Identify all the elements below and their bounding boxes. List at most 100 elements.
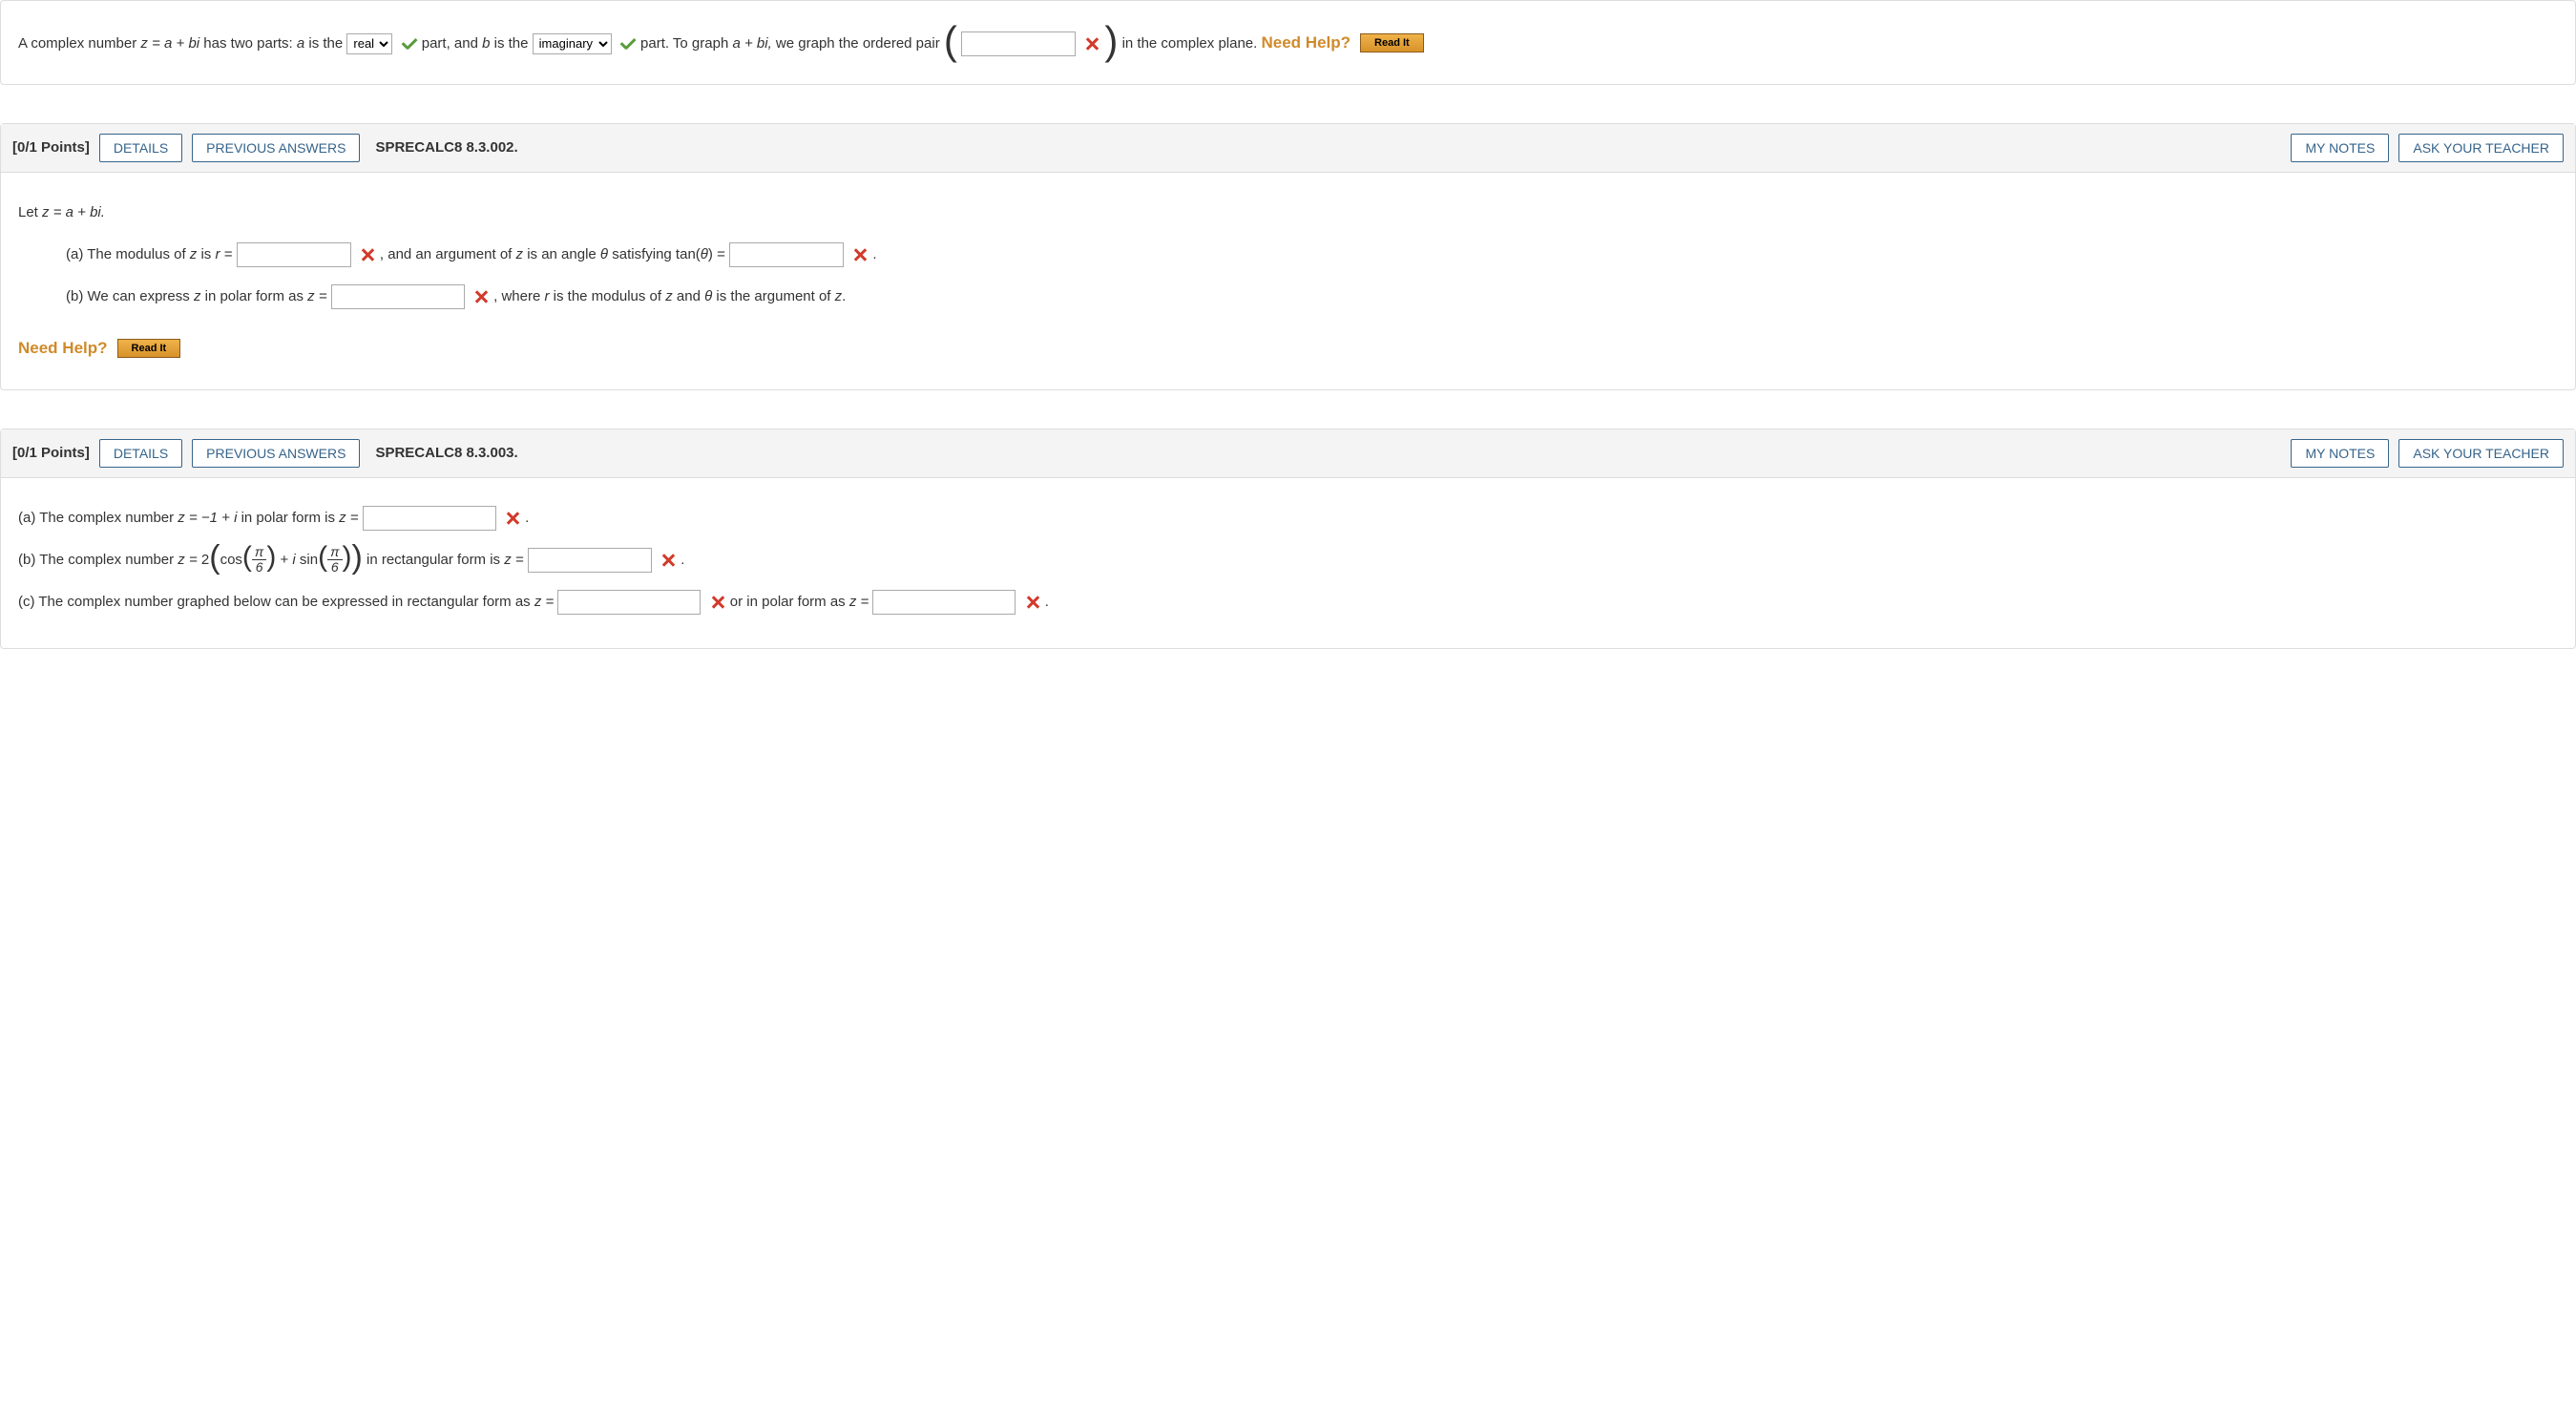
polar-form-input[interactable] bbox=[872, 590, 1016, 615]
q3b-text: (b) The complex number bbox=[18, 552, 178, 568]
q2-theta: θ bbox=[600, 246, 608, 262]
q3-z-eq: z = bbox=[178, 552, 201, 568]
rectangular-form-input[interactable] bbox=[528, 548, 652, 573]
details-button[interactable]: DETAILS bbox=[99, 134, 182, 162]
details-button[interactable]: DETAILS bbox=[99, 439, 182, 468]
tan-theta-input[interactable] bbox=[729, 242, 844, 267]
question-2: [0/1 Points] DETAILS PREVIOUS ANSWERS SP… bbox=[0, 123, 2576, 390]
cross-icon bbox=[709, 594, 726, 611]
q2-theta: θ bbox=[704, 288, 712, 304]
q2b-label: (b) We can express bbox=[66, 288, 194, 304]
q2-r-eq: r = bbox=[215, 246, 236, 262]
question-ref: SPRECALC8 8.3.002. bbox=[375, 139, 517, 156]
q3b-text: in rectangular form is bbox=[367, 552, 504, 568]
q2-intro-expr: z = a + bi. bbox=[42, 204, 105, 220]
q3a-expr: z = −1 + i bbox=[178, 510, 237, 526]
need-help-label: Need Help? bbox=[18, 329, 108, 368]
q2a-text: is bbox=[200, 246, 215, 262]
ask-teacher-button[interactable]: ASK YOUR TEACHER bbox=[2398, 439, 2564, 468]
fraction-pi-6: π6 bbox=[327, 545, 342, 575]
question-1: A complex number z = a + bi has two part… bbox=[0, 0, 2576, 85]
q2b-text: in polar form as bbox=[205, 288, 308, 304]
fraction-pi-6: π6 bbox=[252, 545, 266, 575]
q2b-text: and bbox=[677, 288, 704, 304]
ask-teacher-button[interactable]: ASK YOUR TEACHER bbox=[2398, 134, 2564, 162]
q2-intro: Let bbox=[18, 204, 42, 220]
q2-z-eq: z = bbox=[307, 288, 331, 304]
cross-icon bbox=[359, 246, 376, 263]
q2b-text: , where bbox=[493, 288, 544, 304]
cross-icon bbox=[472, 288, 490, 305]
need-help-label: Need Help? bbox=[1262, 24, 1351, 63]
q2-theta: θ bbox=[701, 246, 708, 262]
question-3: [0/1 Points] DETAILS PREVIOUS ANSWERS SP… bbox=[0, 429, 2576, 649]
q1-text: is the bbox=[308, 35, 346, 52]
q2-r: r bbox=[544, 288, 549, 304]
paren-left: ( bbox=[209, 539, 220, 575]
q3b-sin: sin bbox=[300, 552, 318, 568]
ordered-pair-input[interactable] bbox=[961, 31, 1076, 56]
q1-a: a bbox=[297, 35, 304, 52]
need-help: Need Help? Read It bbox=[1262, 24, 1424, 63]
q1-text: part. To graph bbox=[640, 35, 732, 52]
paren-right: ) bbox=[266, 541, 276, 573]
q3-z-eq: z = bbox=[504, 552, 528, 568]
q1-text: is the bbox=[494, 35, 533, 52]
paren-left: ( bbox=[944, 18, 957, 63]
my-notes-button[interactable]: MY NOTES bbox=[2291, 134, 2389, 162]
select-real[interactable]: real bbox=[346, 33, 392, 54]
q1-text: has two parts: bbox=[203, 35, 297, 52]
q2-z: z bbox=[516, 246, 524, 262]
read-it-button[interactable]: Read It bbox=[1360, 33, 1424, 52]
check-icon bbox=[401, 35, 418, 52]
check-icon bbox=[619, 35, 637, 52]
polar-form-input[interactable] bbox=[363, 506, 496, 531]
paren-right: ) bbox=[1104, 18, 1118, 63]
q3b-plus: + bbox=[280, 552, 292, 568]
paren-right: ) bbox=[343, 541, 352, 573]
q1-text: in the complex plane. bbox=[1122, 35, 1258, 52]
question-2-header: [0/1 Points] DETAILS PREVIOUS ANSWERS SP… bbox=[1, 124, 2575, 173]
rectangular-form-input[interactable] bbox=[557, 590, 701, 615]
q2a-text: satisfying tan( bbox=[612, 246, 701, 262]
previous-answers-button[interactable]: PREVIOUS ANSWERS bbox=[192, 439, 360, 468]
period: . bbox=[1045, 594, 1049, 610]
q1-text: part, and bbox=[422, 35, 482, 52]
period: . bbox=[681, 552, 684, 568]
read-it-button[interactable]: Read It bbox=[117, 339, 181, 358]
q2b-text: is the argument of bbox=[716, 288, 834, 304]
q1-expr2: a + bi, bbox=[732, 35, 771, 52]
q1-expr: z = a + bi bbox=[140, 35, 199, 52]
q1-text: we graph the ordered pair bbox=[776, 35, 944, 52]
q2a-text: , and an argument of bbox=[380, 246, 516, 262]
q3-z-eq: z = bbox=[339, 510, 363, 526]
q3b-i: i bbox=[292, 552, 300, 568]
paren-left: ( bbox=[318, 541, 327, 573]
q2a-label: (a) The modulus of bbox=[66, 246, 190, 262]
q3b-coef: 2 bbox=[201, 552, 209, 568]
my-notes-button[interactable]: MY NOTES bbox=[2291, 439, 2389, 468]
q1-b: b bbox=[482, 35, 490, 52]
q3c-text: (c) The complex number graphed below can… bbox=[18, 594, 534, 610]
question-3-body: (a) The complex number z = −1 + i in pol… bbox=[1, 478, 2575, 648]
cross-icon bbox=[1024, 594, 1041, 611]
cross-icon bbox=[1083, 35, 1100, 52]
q2-z: z bbox=[190, 246, 198, 262]
q3c-text: or in polar form as bbox=[730, 594, 849, 610]
q2-z: z bbox=[665, 288, 673, 304]
cross-icon bbox=[504, 510, 521, 527]
q3-z-eq: z = bbox=[534, 594, 558, 610]
previous-answers-button[interactable]: PREVIOUS ANSWERS bbox=[192, 134, 360, 162]
q3a-text: in polar form is bbox=[241, 510, 340, 526]
select-imaginary[interactable]: imaginary bbox=[533, 33, 612, 54]
question-2-body: Let z = a + bi. (a) The modulus of z is … bbox=[1, 173, 2575, 389]
question-ref: SPRECALC8 8.3.003. bbox=[375, 445, 517, 461]
cross-icon bbox=[851, 246, 869, 263]
paren-right: ) bbox=[352, 539, 363, 575]
q2a-text: is an angle bbox=[527, 246, 600, 262]
polar-form-input[interactable] bbox=[331, 284, 465, 309]
points-label: [0/1 Points] bbox=[12, 445, 90, 461]
modulus-input[interactable] bbox=[237, 242, 351, 267]
q2-z: z bbox=[194, 288, 201, 304]
period: . bbox=[842, 288, 846, 304]
